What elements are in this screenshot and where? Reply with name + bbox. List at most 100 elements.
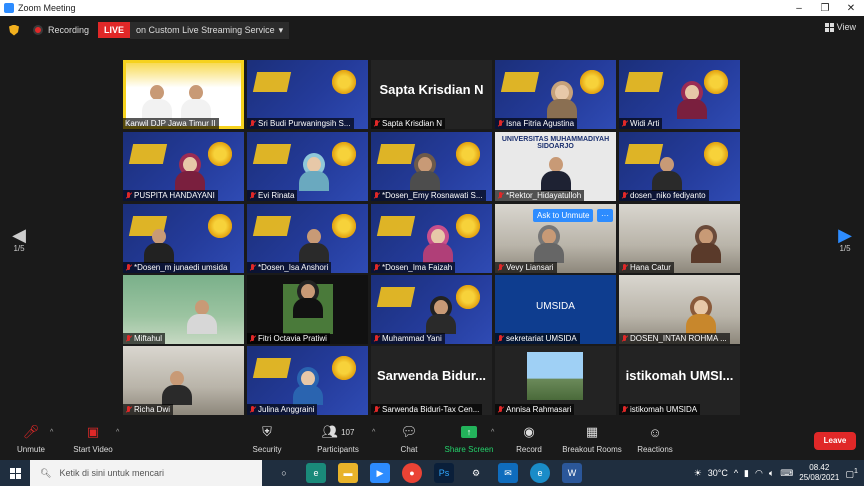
photoshop-icon[interactable]: Ps (434, 463, 454, 483)
participants-count: 107 (341, 427, 355, 437)
shield-icon[interactable] (9, 24, 19, 36)
search-placeholder: Ketik di sini untuk mencari (59, 468, 164, 478)
mic-muted-icon (249, 191, 256, 200)
video-tile[interactable]: UNIVERSITAS MUHAMMADIYAH SIDOARJO *Rekto… (495, 132, 616, 201)
mic-muted-icon (249, 405, 256, 414)
participant-video (162, 371, 193, 405)
minimize-button[interactable]: – (786, 3, 812, 14)
video-tile[interactable]: DOSEN_INTAN ROHMA ... (619, 275, 740, 344)
mic-muted-icon (497, 405, 504, 414)
video-tile[interactable]: Fitri Octavia Pratiwi (247, 275, 368, 344)
settings-icon[interactable]: ⚙ (466, 463, 486, 483)
language-icon[interactable]: ⌨ (780, 468, 793, 479)
mic-muted-icon (249, 119, 256, 128)
edge-icon[interactable]: e (306, 463, 326, 483)
wifi-icon[interactable]: ◠ (755, 468, 763, 479)
file-explorer-icon[interactable]: ▬ (338, 463, 358, 483)
notification-count: 1 (853, 466, 858, 475)
reactions-button[interactable]: ☺ Reactions (620, 424, 690, 455)
unmute-label: Unmute (16, 445, 45, 454)
video-tile[interactable]: Muhammad Yani (371, 275, 492, 344)
chevron-left-icon: ◀ (12, 225, 26, 245)
participants-button[interactable]: 👥︎ 107 Participants (303, 424, 373, 454)
mic-muted-icon (249, 334, 256, 343)
video-tile[interactable]: Ask to Unmute ··· Vevy Liansari (495, 204, 616, 273)
mic-muted-icon (621, 263, 628, 272)
video-tile[interactable]: Annisa Rahmasari (495, 346, 616, 415)
notifications-icon[interactable]: ▢1 (845, 466, 858, 480)
temperature: 30°C (707, 468, 728, 478)
video-tile[interactable]: Widi Arti (619, 60, 740, 129)
start-button[interactable] (0, 460, 30, 486)
participant-name-label: *Dosen_m junaedi umsida (123, 262, 231, 273)
video-tile[interactable]: istikomah UMSI... istikomah UMSIDA (619, 346, 740, 415)
chevron-up-icon[interactable]: ^ (734, 468, 738, 478)
next-page-button[interactable]: ▶ 1/5 (833, 226, 857, 253)
video-tile[interactable]: *Dosen_Isa Anshori (247, 204, 368, 273)
participant-name-label: Kanwil DJP Jawa Timur II (123, 118, 219, 129)
video-tile[interactable]: PUSPITA HANDAYANI (123, 132, 244, 201)
participant-name-label: *Dosen_Ima Faizah (371, 262, 456, 273)
zoom-icon[interactable]: ▶ (370, 463, 390, 483)
video-options-caret[interactable]: ^ (116, 429, 119, 436)
view-button[interactable]: View (824, 22, 856, 32)
video-tile[interactable]: Miftahul (123, 275, 244, 344)
mic-muted-icon (621, 334, 628, 343)
taskbar-search-box[interactable]: 🔍︎ Ketik di sini untuk mencari (30, 460, 262, 486)
participant-video (298, 229, 329, 263)
close-button[interactable]: ✕ (838, 3, 864, 14)
mic-muted-icon (125, 405, 132, 414)
volume-icon[interactable]: 🔈︎ (769, 468, 774, 479)
video-tile[interactable]: dosen_niko fediyanto (619, 132, 740, 201)
video-tile[interactable]: *Dosen_Emy Rosnawati S... (371, 132, 492, 201)
video-tile[interactable]: UMSIDA sekretariat UMSIDA (495, 275, 616, 344)
video-tile[interactable]: Julina Anggraini (247, 346, 368, 415)
breakout-rooms-button[interactable]: ▦ Breakout Rooms (557, 424, 627, 454)
video-tile[interactable]: *Dosen_Ima Faizah (371, 204, 492, 273)
participant-video (686, 300, 717, 334)
video-tile[interactable]: Sarwenda Bidur... Sarwenda Biduri-Tax Ce… (371, 346, 492, 415)
taskbar-clock[interactable]: 08.42 25/08/2021 (799, 463, 839, 483)
windows-taskbar: 🔍︎ Ketik di sini untuk mencari ○ e ▬ ▶ ●… (0, 460, 864, 486)
video-tile[interactable]: Sri Budi Purwaningsih S... (247, 60, 368, 129)
mail-icon[interactable]: ✉ (498, 463, 518, 483)
unmute-button[interactable]: 🎤︎ Unmute (0, 424, 66, 454)
ask-to-unmute-button[interactable]: Ask to Unmute (533, 209, 594, 222)
video-tile[interactable]: Sapta Krisdian N Sapta Krisdian N (371, 60, 492, 129)
weather-icon[interactable]: ☀ (694, 468, 702, 479)
participant-name-label: Sarwenda Biduri-Tax Cen... (371, 404, 483, 415)
participant-name-label: Vevy Liansari (495, 262, 557, 273)
microphone-muted-icon: 🎤︎ (22, 424, 40, 439)
maximize-button[interactable]: ❐ (812, 3, 838, 14)
system-tray: ☀ 30°C ^ ▮ ◠ 🔈︎ ⌨ 08.42 25/08/2021 ▢1 (694, 460, 864, 486)
meeting-toolbar: 🎤︎ Unmute ^ ▣ Start Video ^ ⛨ Security 👥… (0, 420, 864, 460)
clock-time: 08.42 (809, 463, 830, 472)
participant-name-label: *Dosen_Isa Anshori (247, 262, 332, 273)
reactions-label: Reactions (637, 445, 673, 454)
chevron-down-icon: ▾ (278, 24, 284, 35)
participant-name-label: sekretariat UMSIDA (495, 333, 580, 344)
internet-explorer-icon[interactable]: e (530, 463, 550, 483)
video-tile[interactable]: Evi Rinata (247, 132, 368, 201)
network-icon[interactable]: ▮ (744, 468, 749, 479)
participant-video (282, 284, 333, 334)
previous-page-button[interactable]: ◀ 1/5 (7, 226, 31, 253)
video-tile[interactable]: Kanwil DJP Jawa Timur II (123, 60, 244, 129)
security-button[interactable]: ⛨ Security (232, 424, 302, 454)
video-tile[interactable]: *Dosen_m junaedi umsida (123, 204, 244, 273)
word-icon[interactable]: W (562, 463, 582, 483)
record-button[interactable]: ◉ Record (494, 424, 564, 454)
window-title: Zoom Meeting (18, 3, 76, 13)
video-tile[interactable]: Richa Dwi (123, 346, 244, 415)
chrome-icon[interactable]: ● (402, 463, 422, 483)
security-label: Security (252, 445, 282, 454)
task-view-icon[interactable]: ○ (274, 463, 294, 483)
meeting-topbar: Recording LIVE on Custom Live Streaming … (0, 16, 864, 44)
more-options-button[interactable]: ··· (597, 209, 613, 222)
leave-button[interactable]: Leave (814, 432, 856, 450)
video-tile[interactable]: Isna Fitria Agustina (495, 60, 616, 129)
participant-name-label: Muhammad Yani (371, 333, 445, 344)
audio-options-caret[interactable]: ^ (50, 429, 53, 436)
live-service-dropdown[interactable]: on Custom Live Streaming Service ▾ (130, 21, 290, 39)
video-tile[interactable]: Hana Catur (619, 204, 740, 273)
